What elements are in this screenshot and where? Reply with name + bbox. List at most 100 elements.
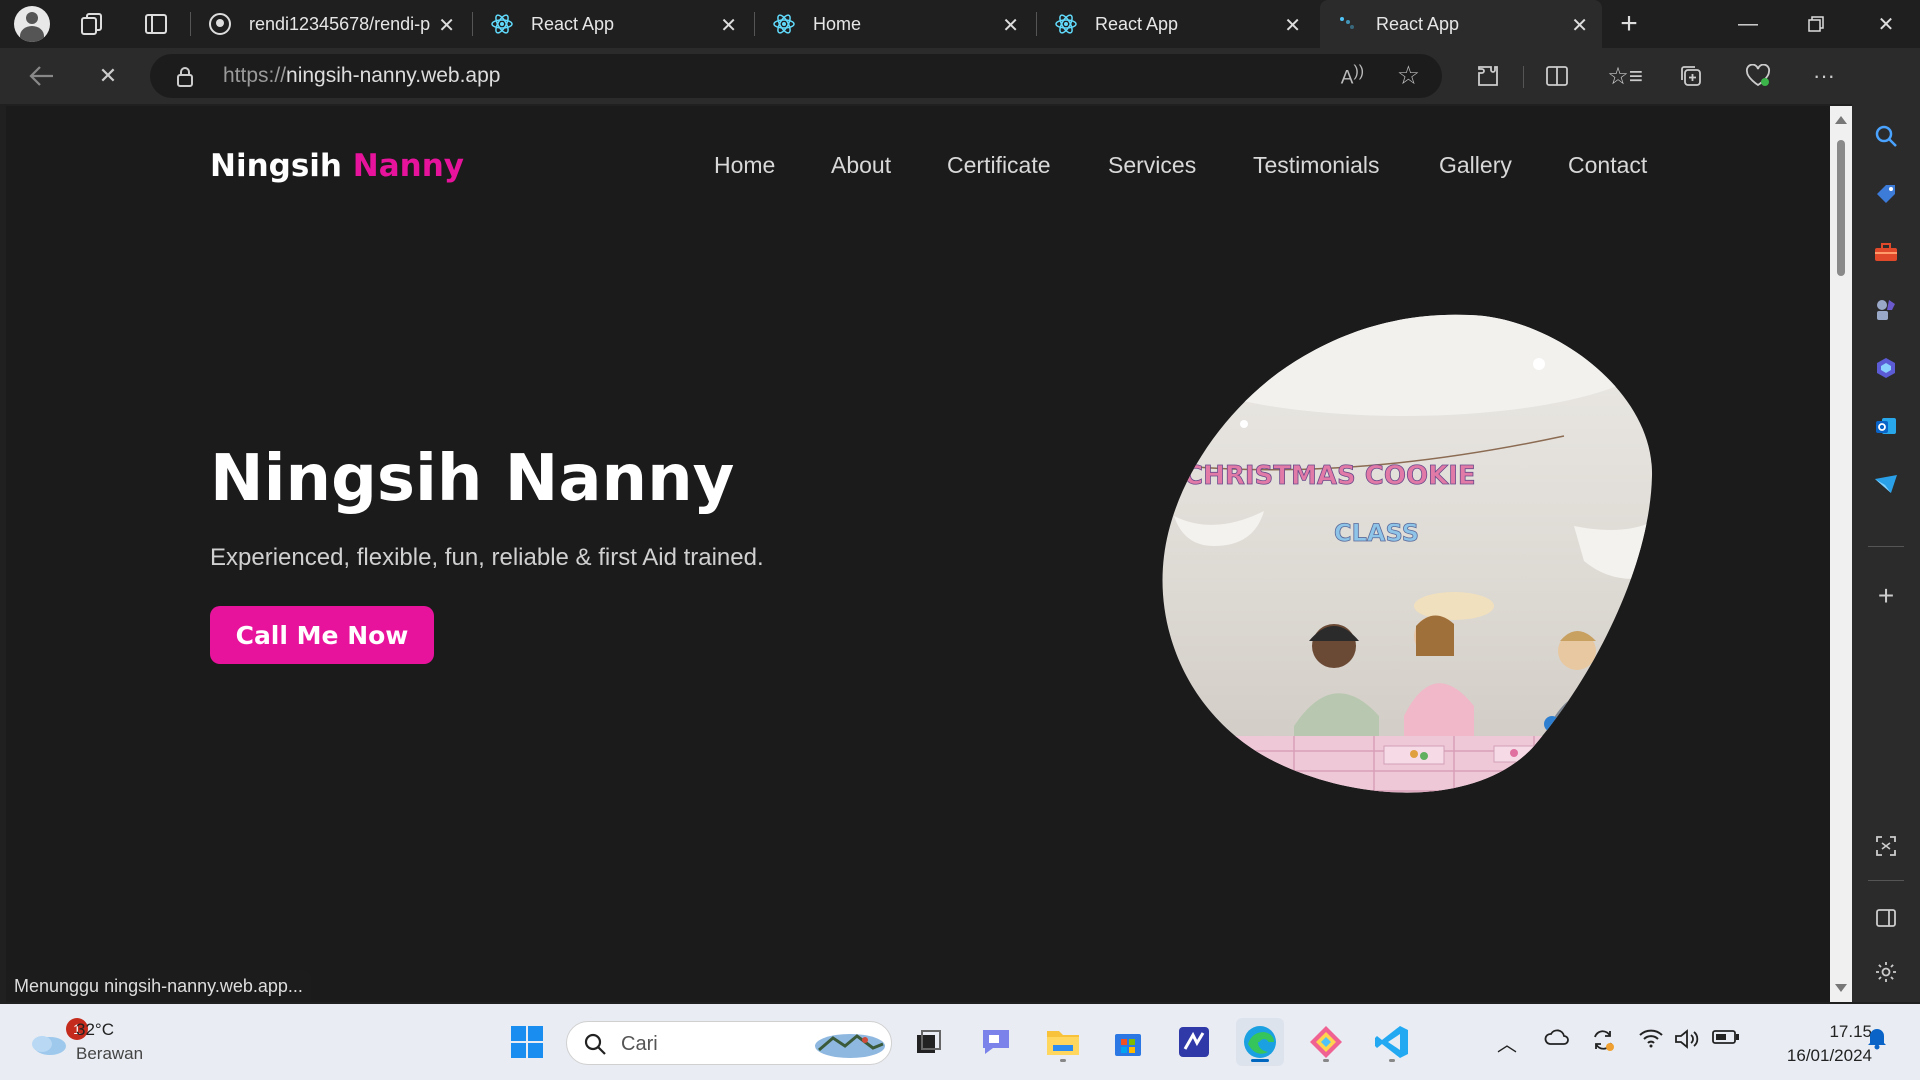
toolbox-icon (1875, 243, 1897, 261)
edge-icon (1244, 1026, 1276, 1058)
tab-react-app-2[interactable]: React App ✕ (1039, 0, 1315, 48)
nav-link-certificate[interactable]: Certificate (947, 152, 1051, 179)
vscode-button[interactable] (1368, 1018, 1416, 1066)
task-view-button[interactable] (904, 1018, 952, 1066)
github-icon (209, 13, 231, 35)
url-scheme: https:// (223, 64, 287, 87)
screenshot-button[interactable] (1866, 826, 1906, 866)
minimize-button[interactable]: — (1714, 0, 1782, 48)
battery-icon (1712, 1030, 1739, 1044)
nav-link-testimonials[interactable]: Testimonials (1253, 152, 1380, 179)
vscode-insiders-icon (1179, 1027, 1209, 1057)
windows-taskbar: 1 32°C Berawan Cari ︿ 17.15 16/01/2024 (0, 1004, 1920, 1080)
weather-widget[interactable]: 1 32°C Berawan (20, 1004, 160, 1080)
restore-button[interactable] (1782, 0, 1850, 48)
nav-link-gallery[interactable]: Gallery (1439, 152, 1512, 179)
favorites-button[interactable]: ☆≡ (1605, 56, 1645, 96)
banner-text-line1: CHRISTMAS COOKIE (1184, 461, 1476, 491)
start-button[interactable] (503, 1018, 551, 1066)
sidebar-outlook-button[interactable] (1866, 406, 1906, 446)
network-button[interactable] (1638, 1028, 1664, 1054)
profile-button[interactable] (8, 0, 56, 48)
tab-home[interactable]: Home ✕ (757, 0, 1033, 48)
weather-desc: Berawan (76, 1044, 144, 1063)
microsoft-store-button[interactable] (1104, 1018, 1152, 1066)
hide-sidebar-button[interactable] (1866, 898, 1906, 938)
tab-github[interactable]: rendi12345678/rendi-p ✕ (193, 0, 469, 48)
scroll-down-arrow-icon[interactable] (1835, 984, 1847, 992)
sidebar-add-button[interactable]: + (1866, 576, 1906, 616)
browser-title-bar: rendi12345678/rendi-p ✕ React App ✕ Home… (0, 0, 1920, 48)
battery-button[interactable] (1712, 1028, 1740, 1052)
browser-essentials-button[interactable] (1738, 56, 1778, 96)
clock[interactable]: 17.15 16/01/2024 (1787, 1020, 1872, 1068)
stop-loading-button[interactable]: ✕ (88, 56, 128, 96)
close-window-button[interactable]: ✕ (1852, 0, 1920, 48)
notifications-button[interactable] (1866, 1026, 1888, 1056)
new-tab-button[interactable]: + (1595, 0, 1663, 48)
scroll-thumb[interactable] (1837, 140, 1845, 276)
loading-icon (1336, 13, 1358, 35)
sidebar-office-button[interactable] (1866, 348, 1906, 388)
lock-icon[interactable] (176, 66, 194, 93)
banner-text-line2: CLASS (1334, 519, 1419, 547)
show-hidden-icons-button[interactable]: ︿ (1497, 1028, 1517, 1057)
tab-close-icon[interactable]: ✕ (1284, 13, 1301, 38)
scroll-up-arrow-icon[interactable] (1835, 116, 1847, 124)
tab-close-icon[interactable]: ✕ (438, 13, 455, 38)
extensions-button[interactable] (1468, 56, 1508, 96)
sidebar-settings-button[interactable] (1866, 952, 1906, 992)
tab-title: rendi12345678/rendi-p (249, 13, 431, 34)
search-icon (1875, 125, 1897, 147)
nav-link-contact[interactable]: Contact (1568, 152, 1647, 179)
nav-link-services[interactable]: Services (1108, 152, 1196, 179)
sidebar-shopping-button[interactable] (1866, 174, 1906, 214)
app-button-2[interactable] (1302, 1018, 1350, 1066)
favorite-star-icon[interactable]: ☆ (1397, 60, 1420, 91)
tab-title: Home (813, 13, 862, 34)
nav-link-home[interactable]: Home (714, 152, 775, 179)
tab-title: React App (1095, 13, 1179, 34)
edge-sidebar: + (1852, 48, 1920, 1002)
cloudy-weather-icon (32, 1036, 66, 1055)
collections-button[interactable] (1671, 56, 1711, 96)
read-aloud-icon[interactable]: A)) (1341, 63, 1364, 89)
file-explorer-button[interactable] (1039, 1018, 1087, 1066)
tab-close-icon[interactable]: ✕ (720, 13, 737, 38)
edge-button[interactable] (1236, 1018, 1284, 1066)
nav-link-about[interactable]: About (831, 152, 891, 179)
tab-close-icon[interactable]: ✕ (1571, 13, 1588, 38)
sidebar-search-button[interactable] (1866, 116, 1906, 156)
workspaces-button[interactable] (68, 0, 116, 48)
url-host: ningsih-nanny.web.app (286, 64, 501, 87)
settings-more-button[interactable]: ··· (1804, 56, 1844, 96)
tab-actions-button[interactable] (132, 0, 180, 48)
onedrive-tray-button[interactable] (1544, 1028, 1570, 1052)
split-screen-button[interactable] (1537, 56, 1577, 96)
page-scrollbar[interactable] (1830, 106, 1852, 1002)
volume-button[interactable] (1674, 1028, 1700, 1056)
colorful-app-icon (1310, 1026, 1342, 1058)
speaker-icon (1675, 1029, 1699, 1049)
site-logo[interactable]: Ningsih Nanny (210, 148, 464, 184)
teams-chat-button[interactable] (972, 1018, 1020, 1066)
plus-icon: + (1620, 7, 1638, 40)
tab-react-app-1[interactable]: React App ✕ (475, 0, 751, 48)
tab-title: React App (531, 13, 615, 34)
sync-tray-button[interactable] (1590, 1028, 1616, 1058)
tab-close-icon[interactable]: ✕ (1002, 13, 1019, 38)
app-button-1[interactable] (1170, 1018, 1218, 1066)
call-me-now-button[interactable]: Call Me Now (210, 606, 434, 664)
sidebar-games-button[interactable] (1866, 290, 1906, 330)
address-bar[interactable]: https://ningsih-nanny.web.app A)) ☆ (150, 54, 1442, 98)
search-placeholder: Cari (621, 1033, 658, 1055)
tab-react-app-active[interactable]: React App ✕ (1320, 0, 1602, 48)
back-button[interactable] (22, 56, 62, 96)
sidebar-drop-button[interactable] (1866, 464, 1906, 504)
sidebar-tools-button[interactable] (1866, 232, 1906, 272)
favorites-icon: ☆≡ (1607, 62, 1643, 90)
taskbar-search-box[interactable]: Cari (566, 1021, 892, 1065)
url-text[interactable]: https://ningsih-nanny.web.app (223, 64, 500, 88)
hero-image: CHRISTMAS COOKIE CLASS (1162, 314, 1653, 793)
clock-date: 16/01/2024 (1786, 1046, 1872, 1065)
